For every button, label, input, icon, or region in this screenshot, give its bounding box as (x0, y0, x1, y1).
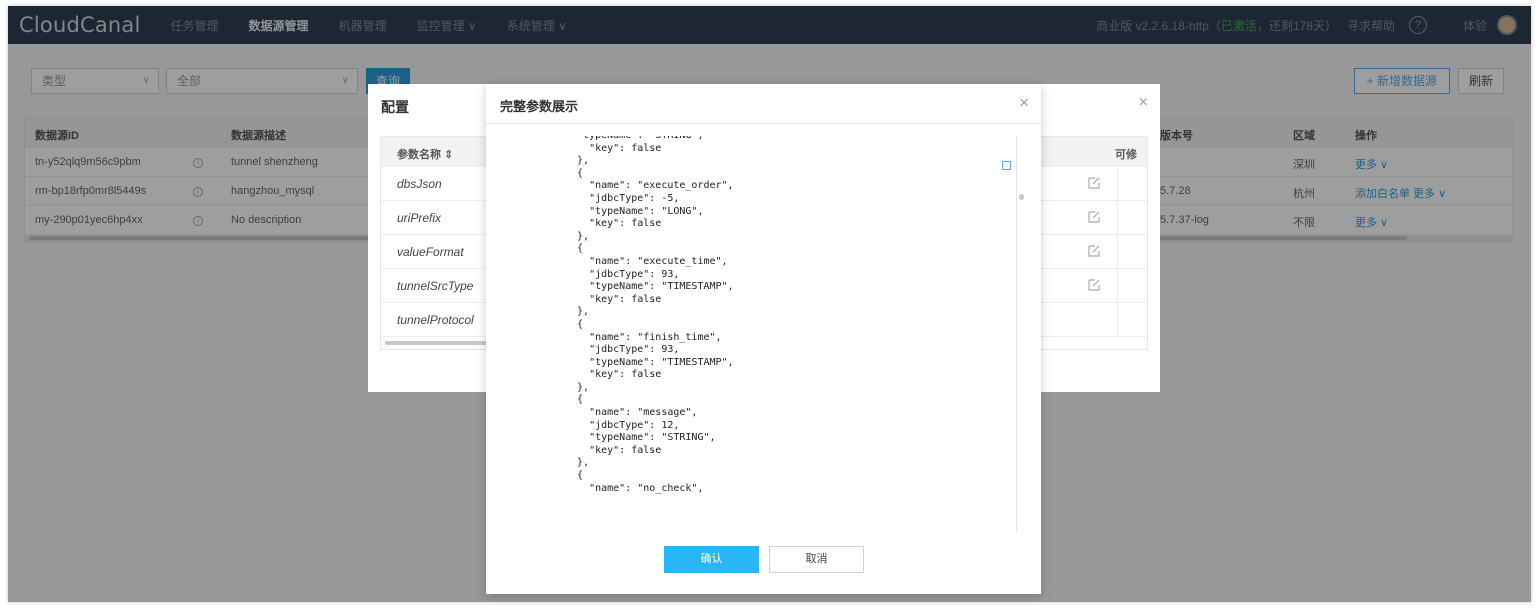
json-content: "typeName": "STRING", "key": false }, { … (577, 136, 734, 494)
edit-icon[interactable] (1087, 176, 1101, 190)
cancel-button[interactable]: 取消 (769, 546, 864, 573)
json-viewer[interactable]: "typeName": "STRING", "key": false }, { … (486, 136, 1016, 532)
modal-header: 完整参数展示 × (486, 84, 1041, 124)
copy-icon[interactable] (1002, 161, 1011, 170)
modal-title: 完整参数展示 (500, 99, 579, 114)
edit-icon[interactable] (1087, 210, 1101, 224)
config-modal-title: 配置 (381, 99, 409, 115)
app-window: CloudCanal 任务管理 数据源管理 机器管理 监控管理 ∨ 系统管理 ∨… (8, 6, 1531, 602)
confirm-button[interactable]: 确认 (664, 546, 759, 573)
edit-icon[interactable] (1087, 278, 1101, 292)
param-name-header[interactable]: 参数名称 ⇕ (397, 146, 453, 162)
modifiable-header: 可修 (1115, 149, 1137, 161)
close-icon[interactable]: × (1139, 94, 1148, 112)
edit-icon[interactable] (1087, 244, 1101, 258)
config-table-scrollbar[interactable] (385, 341, 495, 345)
close-icon[interactable]: × (1019, 93, 1029, 113)
json-scrollbar[interactable] (1016, 136, 1026, 532)
full-params-modal: 完整参数展示 × "typeName": "STRING", "key": fa… (486, 84, 1041, 594)
